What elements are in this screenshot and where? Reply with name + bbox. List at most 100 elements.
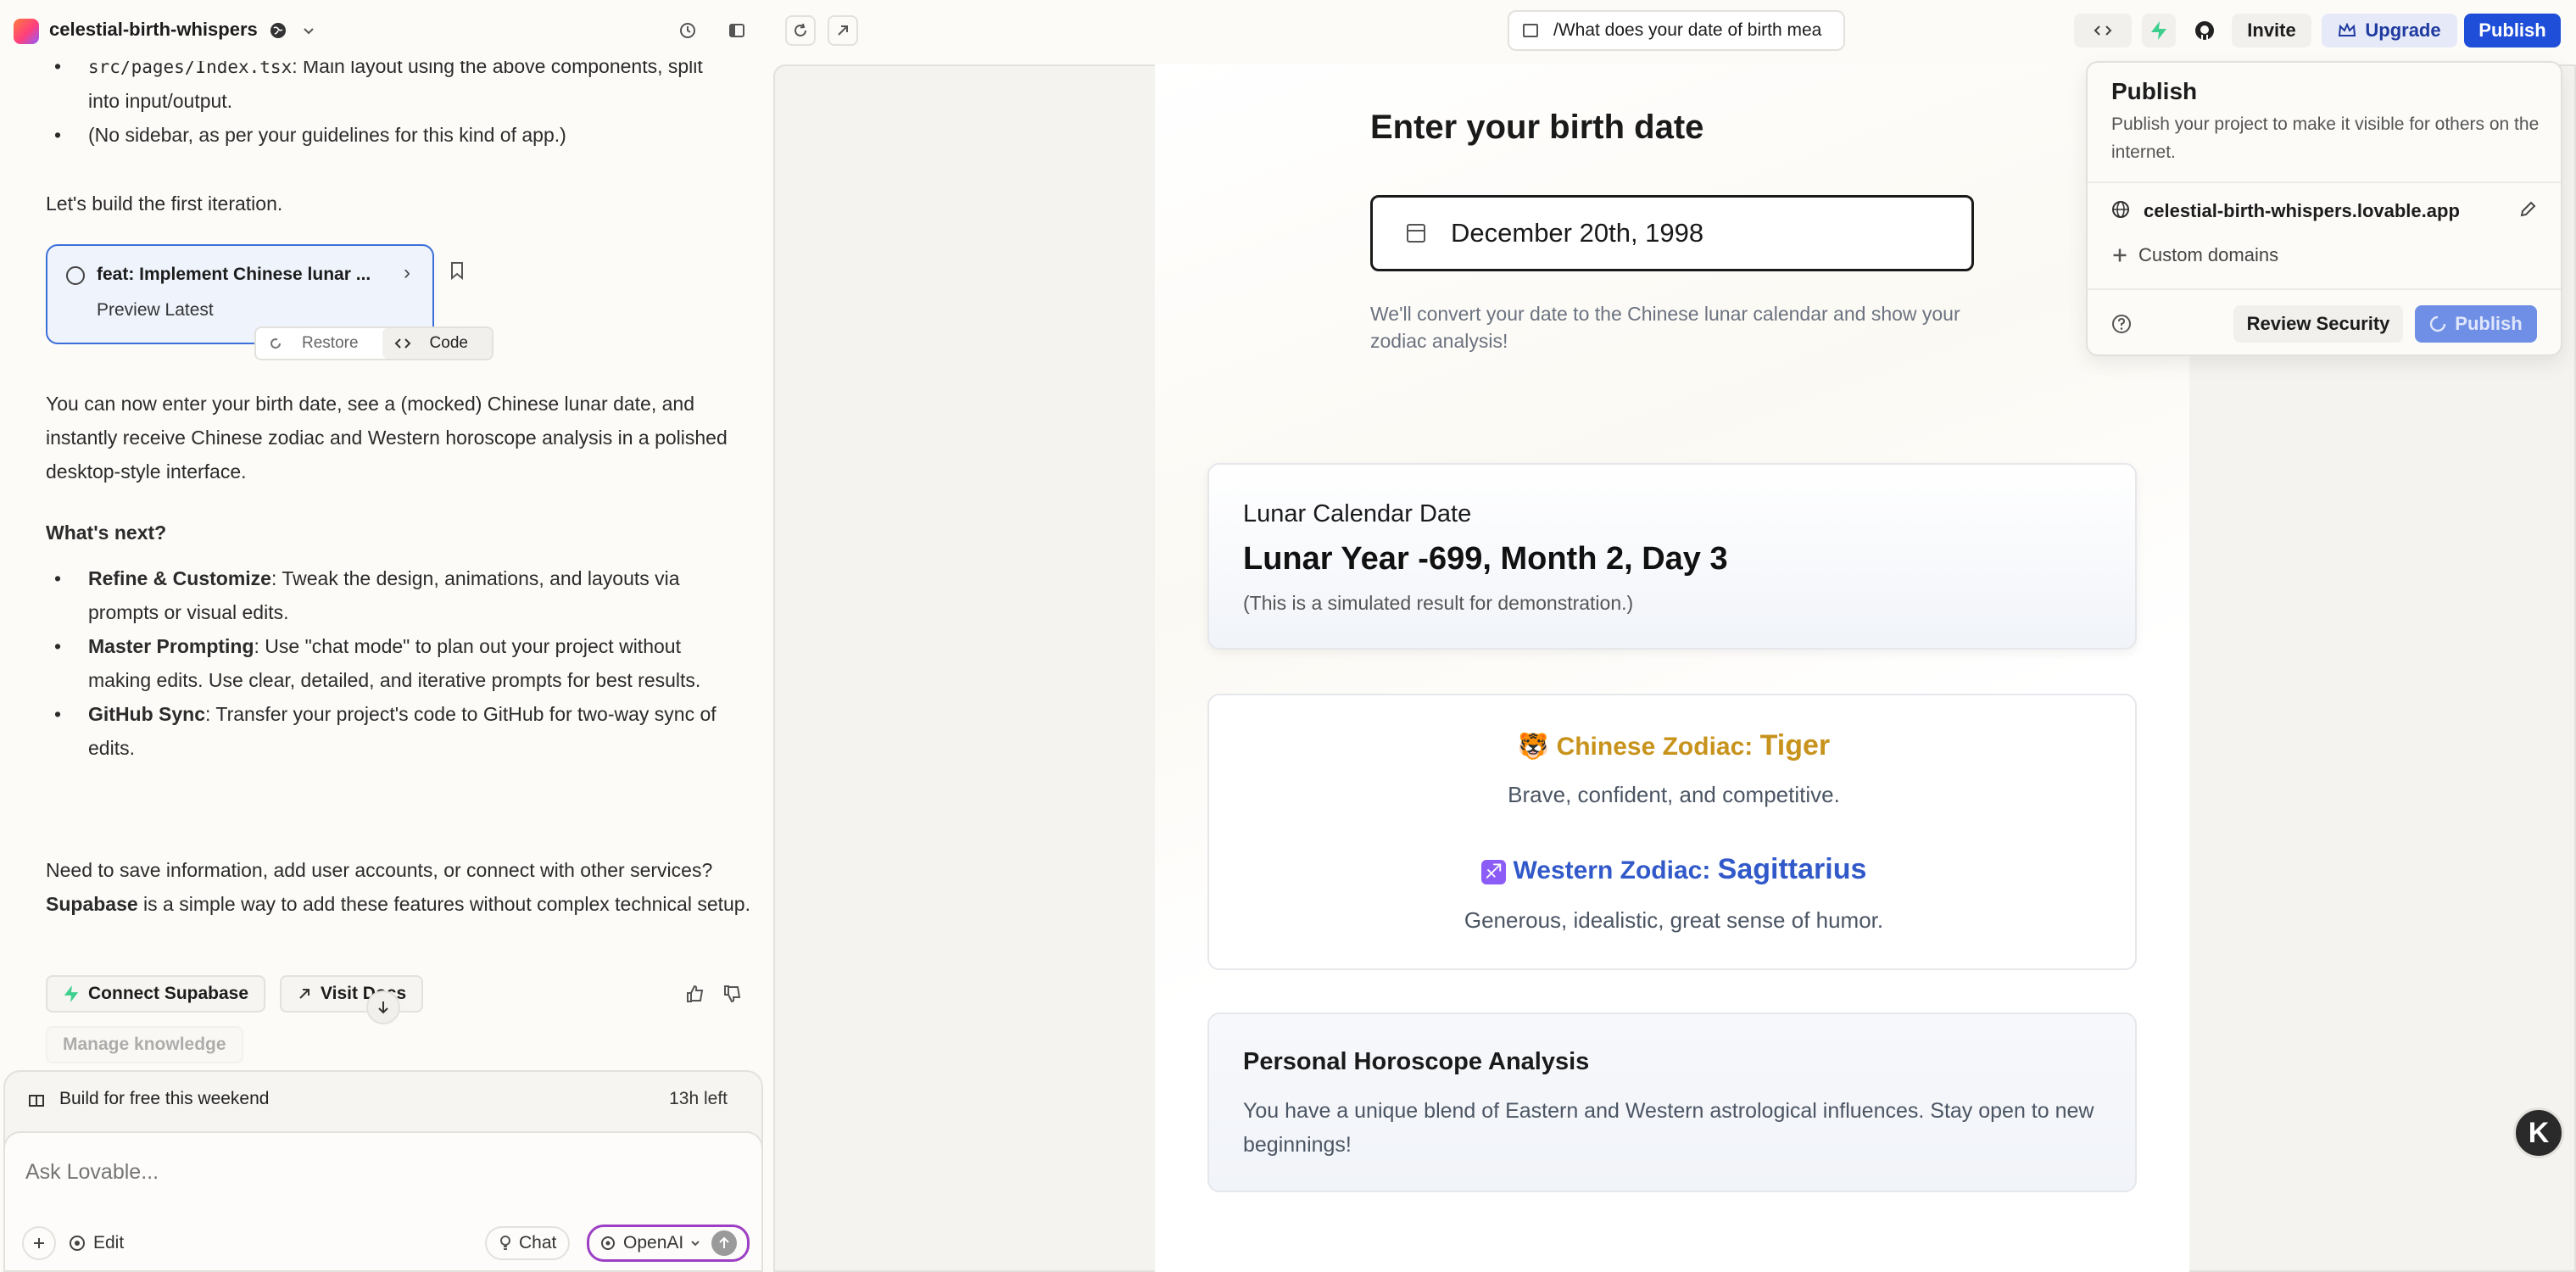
publish-popover: Publish Publish your project to make it … (2086, 61, 2562, 356)
top-bar: celestial-birth-whispers /What does your… (0, 0, 2576, 61)
crown-icon (2339, 23, 2356, 36)
component-list: src/pages/Index.tsx: Main layout using t… (0, 61, 755, 152)
github-button[interactable] (2188, 14, 2222, 47)
lightbulb-icon (500, 1236, 510, 1250)
western-zodiac-heading: ♐ Western Zodiac: Sagittarius (1209, 853, 2138, 886)
horoscope-title: Personal Horoscope Analysis (1243, 1048, 1590, 1075)
url-path: /What does your date of birth mea (1553, 20, 1822, 40)
globe-icon[interactable] (263, 15, 293, 46)
lovable-logo[interactable] (14, 19, 39, 44)
publish-button[interactable]: Publish (2464, 14, 2561, 47)
divider (2088, 288, 2561, 290)
plus-icon (2113, 248, 2127, 262)
chinese-zodiac-heading: 🐯 Chinese Zodiac: Tiger (1517, 729, 1831, 762)
chinese-sign: Tiger (1759, 729, 1831, 762)
upgrade-label: Upgrade (2365, 20, 2441, 41)
upgrade-button[interactable]: Upgrade (2322, 14, 2457, 47)
globe-icon (66, 266, 85, 285)
plus-icon[interactable] (22, 1226, 56, 1260)
manage-knowledge-button[interactable]: Manage knowledge (46, 1026, 243, 1063)
book-icon (1523, 24, 1538, 37)
custom-domains-button[interactable]: Custom domains (2111, 244, 2278, 266)
list-item: Refine & Customize: Tweak the design, an… (0, 561, 763, 629)
external-link-icon[interactable] (828, 15, 858, 46)
connect-supabase-button[interactable]: Connect Supabase (46, 975, 266, 1013)
edit-button[interactable]: Edit (68, 1226, 124, 1260)
chat-message: You can now enter your birth date, see a… (46, 393, 728, 483)
zodiac-card: 🐯 Chinese Zodiac: Tiger Brave, confident… (1207, 694, 2137, 970)
preview-latest-link[interactable]: Preview Latest (97, 300, 214, 321)
commit-title: feat: Implement Chinese lunar ... (97, 265, 371, 284)
helper-text: We'll convert your date to the Chinese l… (1370, 303, 1960, 352)
chevron-right-icon: › (404, 261, 410, 284)
chat-composer: Edit Chat OpenAI (3, 1131, 763, 1272)
divider (2088, 181, 2561, 183)
promo-text: Build for free this weekend (59, 1089, 270, 1108)
page-heading: Enter your birth date (1370, 109, 1704, 146)
send-button[interactable] (711, 1230, 737, 1256)
thumbs-up-icon[interactable] (685, 984, 705, 1008)
model-selector[interactable]: OpenAI (587, 1225, 750, 1262)
birth-date-input[interactable]: December 20th, 1998 (1370, 195, 1974, 271)
code-button[interactable]: Code (382, 328, 492, 359)
review-security-button[interactable]: Review Security (2233, 305, 2403, 343)
list-item: src/pages/Index.tsx: Main layout using t… (0, 61, 755, 118)
devtools-avatar[interactable]: K (2513, 1107, 2564, 1158)
restore-button[interactable]: Restore (256, 334, 382, 353)
code-view-button[interactable] (2074, 14, 2132, 47)
ask-lovable-input[interactable] (25, 1155, 738, 1189)
visit-docs-button[interactable]: Visit Docs (280, 975, 424, 1013)
calendar-icon (1407, 224, 1425, 243)
spinner-icon (2430, 315, 2446, 332)
section-heading: What's next? (46, 522, 167, 544)
list-item: (No sidebar, as per your guidelines for … (0, 118, 755, 152)
promo-timer: 13h left (669, 1089, 728, 1108)
horoscope-card: Personal Horoscope Analysis You have a u… (1207, 1013, 2137, 1192)
globe-icon (2112, 201, 2129, 218)
history-icon[interactable] (672, 15, 703, 46)
thumbs-down-icon[interactable] (722, 984, 743, 1008)
inline-code: src/pages/Index.tsx (88, 61, 293, 77)
project-name[interactable]: celestial-birth-whispers (49, 19, 258, 41)
sagittarius-icon: ♐ (1480, 860, 1507, 884)
pencil-icon[interactable] (2518, 200, 2537, 219)
tiger-icon: 🐯 (1517, 733, 1550, 761)
invite-button[interactable]: Invite (2232, 14, 2311, 47)
list-item: GitHub Sync: Transfer your project's cod… (0, 697, 763, 765)
refresh-icon[interactable] (785, 15, 816, 46)
lunar-title: Lunar Calendar Date (1243, 500, 1472, 527)
published-domain[interactable]: celestial-birth-whispers.lovable.app (2144, 200, 2460, 222)
lunar-note: (This is a simulated result for demonstr… (1243, 592, 1634, 614)
bookmark-icon[interactable] (449, 261, 465, 284)
list-item: Master Prompting: Use "chat mode" to pla… (0, 629, 763, 697)
chinese-zodiac-desc: Brave, confident, and competitive. (1508, 782, 1840, 807)
restore-icon (270, 338, 282, 349)
preview-url-bar[interactable]: /What does your date of birth mea (1508, 10, 1845, 51)
popover-title: Publish (2111, 78, 2198, 104)
openai-icon (601, 1236, 615, 1250)
supabase-icon (2151, 21, 2166, 40)
help-icon[interactable] (2111, 314, 2132, 334)
lunar-value: Lunar Year -699, Month 2, Day 3 (1243, 541, 1728, 577)
sidebar-icon[interactable] (722, 15, 752, 46)
popover-description: Publish your project to make it visible … (2111, 114, 2540, 162)
chat-message: Let's build the first iteration. (46, 192, 283, 215)
edit-icon (70, 1236, 85, 1251)
chevron-down-icon[interactable] (293, 15, 324, 46)
code-icon (394, 338, 410, 349)
chat-message: Need to save information, add user accou… (46, 859, 750, 915)
popover-publish-button[interactable]: Publish (2415, 305, 2537, 343)
chevron-down-icon (691, 1241, 700, 1247)
preview-page: Enter your birth date December 20th, 199… (1155, 64, 2189, 1272)
external-link-icon (299, 989, 309, 999)
western-zodiac-desc: Generous, idealistic, great sense of hum… (1464, 907, 1884, 933)
app-window: celestial-birth-whispers /What does your… (0, 0, 2576, 1272)
birth-date-value: December 20th, 1998 (1451, 218, 1704, 248)
supabase-button[interactable] (2142, 14, 2176, 47)
chat-mode-button[interactable]: Chat (485, 1226, 571, 1260)
western-sign: Sagittarius (1717, 853, 1867, 885)
scroll-down-button[interactable] (366, 990, 400, 1024)
lunar-date-card: Lunar Calendar Date Lunar Year -699, Mon… (1207, 463, 2137, 650)
version-actions: Restore Code (254, 326, 493, 360)
arrow-down-icon (378, 1001, 388, 1014)
